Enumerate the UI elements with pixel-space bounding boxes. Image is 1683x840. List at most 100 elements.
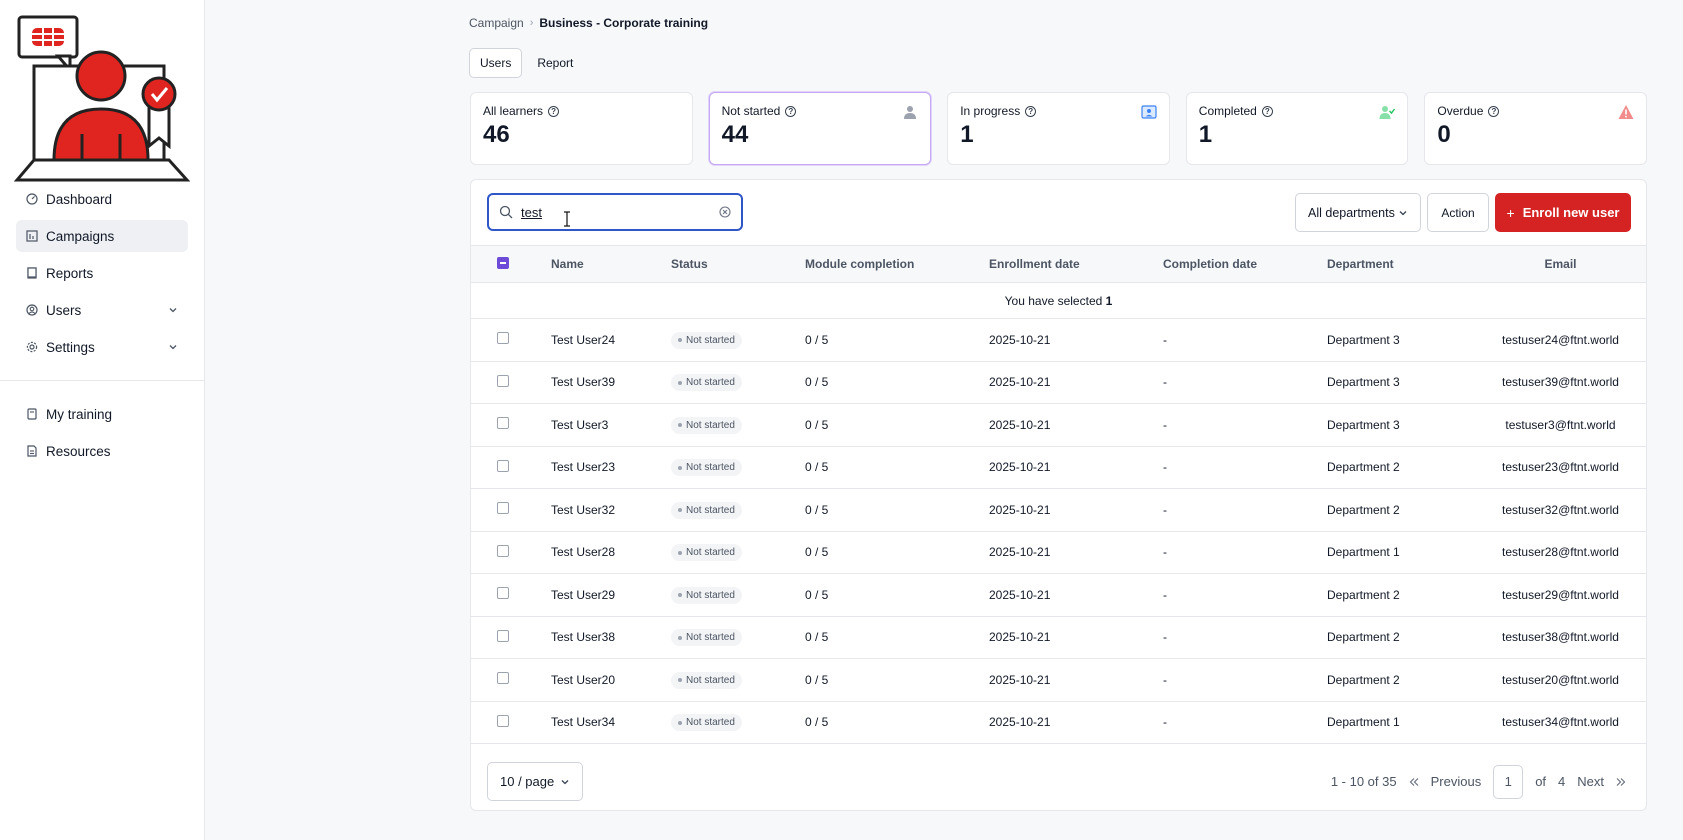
table-row[interactable]: Test User39 Not started 0 / 5 2025-10-21- De… [471, 361, 1646, 404]
row-checkbox[interactable] [497, 459, 509, 472]
help-icon[interactable]: ? [1025, 105, 1037, 117]
cell-completion-date: - [1163, 531, 1327, 574]
status-dot-icon [678, 508, 682, 512]
status-dot-icon [678, 380, 682, 385]
cell-status: Not started [671, 488, 805, 532]
cell-department: Department 2 [1327, 488, 1475, 532]
next-page-button[interactable]: Next [1577, 774, 1604, 789]
stat-card-not-started[interactable]: Not started ? 44 [708, 92, 932, 165]
last-page-icon[interactable] [1616, 777, 1626, 787]
table-row[interactable]: Test User34 Not started 0 / 5 2025-10-21- De… [471, 701, 1646, 744]
row-select-cell [471, 403, 551, 447]
breadcrumb-campaign-link[interactable]: Campaign [469, 16, 524, 30]
chevron-right-icon: › [529, 17, 534, 29]
row-checkbox[interactable] [497, 714, 509, 727]
help-icon[interactable]: ? [548, 105, 560, 117]
cell-department: Department 1 [1327, 531, 1475, 574]
status-label: Not started [686, 377, 735, 388]
help-icon[interactable]: ? [1261, 105, 1273, 117]
stat-card-overdue[interactable]: Overdue ? 0 [1424, 92, 1647, 165]
search-input[interactable] [521, 204, 701, 220]
pagination: 1 - 10 of 35 Previous 1 of 4 Next [1331, 762, 1626, 801]
row-checkbox[interactable] [497, 629, 509, 642]
first-page-icon[interactable] [1409, 777, 1419, 787]
status-dot-icon [678, 635, 682, 640]
selection-summary: You have selected 1 [471, 282, 1646, 319]
users-panel: All departments Action + Enroll new user… [470, 179, 1647, 811]
current-page-input[interactable]: 1 [1493, 764, 1524, 799]
sidebar-item-settings[interactable]: Settings [16, 331, 188, 363]
breadcrumb-current: Business - Corporate training [539, 16, 709, 30]
sidebar-item-reports[interactable]: Reports [16, 257, 188, 289]
sidebar-item-dashboard[interactable]: Dashboard [16, 183, 188, 215]
search-box[interactable] [487, 193, 743, 231]
action-button[interactable]: Action [1427, 193, 1489, 232]
table-row[interactable]: Test User20 Not started 0 / 5 2025-10-21- De… [471, 658, 1646, 702]
cell-enrollment-date: 2025-10-21 [989, 446, 1163, 489]
status-badge: Not started [671, 586, 742, 604]
help-icon[interactable]: ? [785, 105, 797, 117]
cell-module-completion: 0 / 5 [805, 616, 989, 659]
column-header-enrollment-date[interactable]: Enrollment date [989, 245, 1163, 283]
selection-summary-row: You have selected 1 [471, 282, 1646, 319]
status-label: Not started [686, 717, 735, 728]
cell-module-completion: 0 / 5 [805, 701, 989, 744]
table-row[interactable]: Test User38 Not started 0 / 5 2025-10-21- De… [471, 616, 1646, 659]
department-select[interactable]: All departments [1295, 193, 1421, 232]
row-checkbox[interactable] [497, 374, 509, 387]
row-checkbox[interactable] [497, 672, 509, 685]
row-checkbox[interactable] [497, 544, 509, 557]
cell-department: Department 3 [1327, 403, 1475, 447]
row-checkbox[interactable] [497, 417, 509, 430]
previous-page-button[interactable]: Previous [1431, 774, 1482, 789]
pagination-range: 1 - 10 of 35 [1330, 774, 1397, 789]
stat-card-all-learners[interactable]: All learners ? 46 [470, 92, 693, 165]
row-checkbox[interactable] [497, 502, 509, 515]
page-size-select[interactable]: 10 / page [487, 762, 583, 801]
table-row[interactable]: Test User32 Not started 0 / 5 2025-10-21- De… [471, 488, 1646, 532]
cell-module-completion: 0 / 5 [805, 658, 989, 702]
status-badge: Not started [671, 714, 742, 731]
column-header-name[interactable]: Name [551, 245, 671, 283]
cell-name: Test User24 [551, 318, 671, 362]
table-row[interactable]: Test User28 Not started 0 / 5 2025-10-21- De… [471, 531, 1646, 574]
status-badge: Not started [671, 331, 742, 349]
cell-completion-date: - [1163, 403, 1327, 447]
table-row[interactable]: Test User24 Not started 0 / 5 2025-10-21- De… [471, 318, 1646, 362]
dashboard-icon [26, 193, 38, 205]
sidebar-item-users[interactable]: Users [16, 294, 188, 326]
column-header-department[interactable]: Department [1327, 245, 1475, 283]
sidebar-item-resources[interactable]: Resources [16, 435, 188, 467]
stat-card-completed[interactable]: Completed ? 1 [1185, 92, 1409, 165]
clear-icon[interactable] [719, 206, 731, 218]
sidebar-item-my-training[interactable]: My training [16, 398, 188, 430]
column-header-completion-date[interactable]: Completion date [1163, 245, 1327, 283]
chevron-down-icon [169, 308, 177, 313]
stat-value: 1 [1198, 121, 1213, 148]
column-header-email[interactable]: Email [1475, 245, 1646, 283]
row-checkbox[interactable] [497, 587, 509, 600]
cell-email: testuser39@ftnt.world [1475, 361, 1646, 404]
tab-report[interactable]: Report [526, 48, 584, 78]
cell-enrollment-date: 2025-10-21 [989, 658, 1163, 702]
table-row[interactable]: Test User23 Not started 0 / 5 2025-10-21- De… [471, 446, 1646, 489]
status-badge: Not started [671, 671, 742, 689]
row-checkbox[interactable] [497, 332, 509, 345]
table-row[interactable]: Test User3 Not started 0 / 5 2025-10-21- Dep… [471, 403, 1646, 447]
reports-icon [26, 267, 38, 279]
cell-status: Not started [671, 701, 805, 744]
stat-card-in-progress[interactable]: In progress ? 1 [947, 92, 1170, 165]
cell-department: Department 1 [1327, 701, 1475, 744]
tab-users[interactable]: Users [469, 48, 523, 78]
select-all-checkbox[interactable] [497, 256, 509, 269]
search-icon [499, 205, 513, 219]
stat-label: Completed [1198, 104, 1257, 118]
table-row[interactable]: Test User29 Not started 0 / 5 2025-10-21- De… [471, 573, 1646, 617]
help-icon[interactable]: ? [1488, 105, 1500, 117]
sidebar-item-campaigns[interactable]: Campaigns [16, 220, 188, 252]
column-header-module-completion[interactable]: Module completion [805, 245, 989, 283]
enroll-new-user-button[interactable]: + Enroll new user [1495, 193, 1631, 232]
page-size-value: 10 / page [500, 774, 555, 789]
stat-value: 44 [721, 121, 749, 148]
column-header-status[interactable]: Status [671, 245, 805, 283]
